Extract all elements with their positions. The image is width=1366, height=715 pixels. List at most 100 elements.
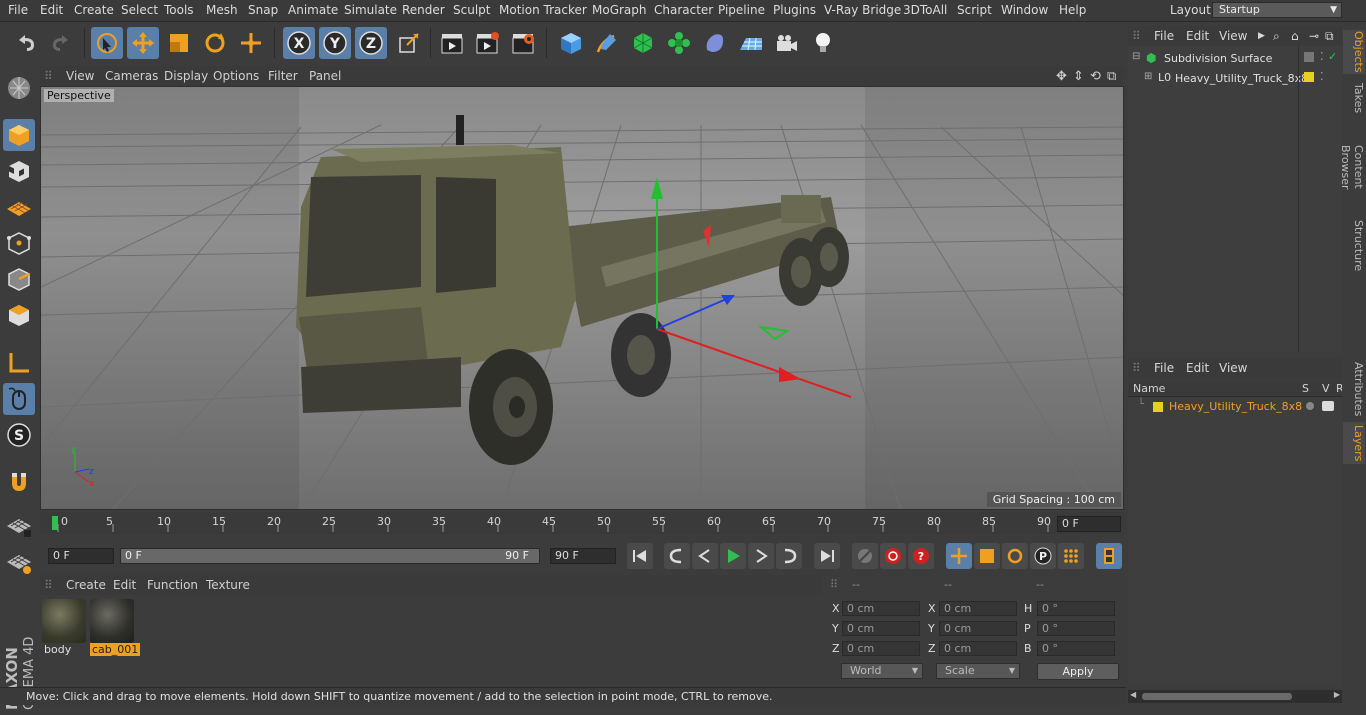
menu-select[interactable]: Select [121,3,158,17]
play-button[interactable] [720,543,746,569]
add-floor-button[interactable] [735,27,767,59]
y-axis-lock-button[interactable]: Y [319,27,351,59]
viewport-zoom-icon[interactable]: ⇕ [1073,69,1084,84]
z-axis-lock-button[interactable]: Z [355,27,387,59]
solo-dot-icon[interactable] [1306,402,1314,410]
viewport-menu-cameras[interactable]: Cameras [105,69,158,83]
world-dropdown[interactable]: World ▼ [841,663,923,679]
column-solo[interactable]: S [1302,382,1309,395]
menu-render[interactable]: Render [402,3,445,17]
visibility-dots-icon[interactable]: ⁚ [1320,50,1324,63]
rotate-tool-button[interactable] [199,27,231,59]
point-mode-button[interactable] [3,227,35,259]
next-key-button[interactable] [776,543,802,569]
scroll-right-icon[interactable]: ▶ [1334,690,1340,699]
auto-key-button[interactable] [880,543,906,569]
rot-p-field[interactable]: 0 ° [1037,621,1115,636]
object-row-subdivision[interactable]: ⊟ ⬢ Subdivision Surface ⁚ ✓ [1128,50,1342,68]
pos-x-field[interactable]: 0 cm [842,601,920,616]
goto-start-button[interactable] [627,543,653,569]
add-subdivision-button[interactable] [627,27,659,59]
menu-mesh[interactable]: Mesh [206,3,238,17]
material-menu-function[interactable]: Function [147,578,198,592]
goto-end-button[interactable] [814,543,840,569]
object-menu-edit[interactable]: Edit [1186,29,1209,43]
layer-menu-edit[interactable]: Edit [1186,361,1209,375]
tweak-mode-button[interactable] [3,383,35,415]
menu-mograph[interactable]: MoGraph [592,3,647,17]
enabled-check-icon[interactable]: ✓ [1328,50,1337,63]
magnet-button[interactable] [3,466,35,498]
material-swatch-cab[interactable] [90,599,134,643]
rot-h-field[interactable]: 0 ° [1037,601,1115,616]
x-axis-lock-button[interactable]: X [283,27,315,59]
viewport-3d[interactable]: y z x Perspective Grid Spacing : 100 cm [40,86,1124,510]
menu-script[interactable]: Script [957,3,992,17]
frame-range-slider[interactable]: 0 F 90 F [120,548,540,564]
viewport-rotate-icon[interactable]: ⟲ [1090,69,1101,84]
add-cube-button[interactable] [555,27,587,59]
layout-select[interactable]: Startup ▼ [1212,2,1342,18]
menu-tools[interactable]: Tools [164,3,194,17]
recent-tools-button[interactable] [235,27,267,59]
add-camera-button[interactable] [771,27,803,59]
viewport-menu-display[interactable]: Display [164,69,208,83]
polygon-mode-button[interactable] [3,299,35,331]
menu-sculpt[interactable]: Sculpt [453,3,490,17]
size-z-field[interactable]: 0 cm [939,641,1017,656]
texture-mode-button[interactable] [3,155,35,187]
current-frame-field[interactable]: 0 F [1057,516,1121,532]
next-frame-button[interactable] [748,543,774,569]
menu-edit[interactable]: Edit [40,3,63,17]
add-light-button[interactable] [807,27,839,59]
end-frame-field[interactable]: 90 F [550,548,616,564]
viewport-pan-icon[interactable]: ✥ [1056,69,1067,84]
prev-frame-button[interactable] [692,543,718,569]
link-icon[interactable]: ⊸ [1309,29,1319,43]
pos-z-field[interactable]: 0 cm [842,641,920,656]
timeline-window-button[interactable] [1096,543,1122,569]
prev-key-button[interactable] [664,543,690,569]
key-parameter-button[interactable]: P [1030,543,1056,569]
layer-menu-view[interactable]: View [1219,361,1247,375]
layer-menu-file[interactable]: File [1154,361,1174,375]
add-deformer-button[interactable] [699,27,731,59]
menu-window[interactable]: Window [1001,3,1048,17]
scroll-left-icon[interactable]: ◀ [1130,690,1136,699]
layer-color-swatch[interactable] [1153,402,1163,412]
workplane-lock-button[interactable] [3,546,35,578]
axis-mode-button[interactable] [3,347,35,379]
model-mode-button[interactable] [3,119,35,151]
viewport-menu-panel[interactable]: Panel [309,69,341,83]
column-render[interactable]: R [1336,382,1342,395]
keyframe-selection-button[interactable]: ? [908,543,934,569]
viewport-menu-options[interactable]: Options [213,69,259,83]
menu-simulate[interactable]: Simulate [344,3,397,17]
menu-animate[interactable]: Animate [288,3,338,17]
tab-objects[interactable]: Objects [1343,30,1365,74]
chevron-right-icon[interactable]: ▶ [1258,31,1265,41]
live-selection-button[interactable] [91,27,123,59]
render-view-button[interactable] [436,27,468,59]
render-to-picture-viewer-button[interactable] [471,27,503,59]
viewport-maximize-icon[interactable]: ⧉ [1107,69,1116,84]
edge-mode-button[interactable] [3,263,35,295]
key-pla-button[interactable] [1058,543,1084,569]
search-icon[interactable]: ⌕ [1273,29,1280,44]
snap-button[interactable]: S [3,419,35,451]
home-icon[interactable]: ⌂ [1291,29,1299,43]
menu-file[interactable]: File [8,3,28,17]
workplane-mode-button[interactable] [3,191,35,223]
layer-row[interactable]: └ Heavy_Utility_Truck_8x8 [1128,399,1342,415]
material-menu-create[interactable]: Create [66,578,106,592]
column-view[interactable]: V [1322,382,1330,395]
object-menu-file[interactable]: File [1154,29,1174,43]
move-tool-button[interactable] [127,27,159,59]
apply-button[interactable]: Apply [1037,663,1119,680]
expand-icon[interactable]: ⊞ [1144,71,1152,82]
scale-dropdown[interactable]: Scale ▼ [936,663,1020,679]
menu-motion-tracker[interactable]: Motion Tracker [499,3,587,17]
add-spline-pen-button[interactable] [591,27,623,59]
menu-vray-bridge[interactable]: V-Ray Bridge [824,3,901,17]
object-row-truck[interactable]: ⊞ L0 Heavy_Utility_Truck_8x8 ⁚ [1128,70,1342,88]
